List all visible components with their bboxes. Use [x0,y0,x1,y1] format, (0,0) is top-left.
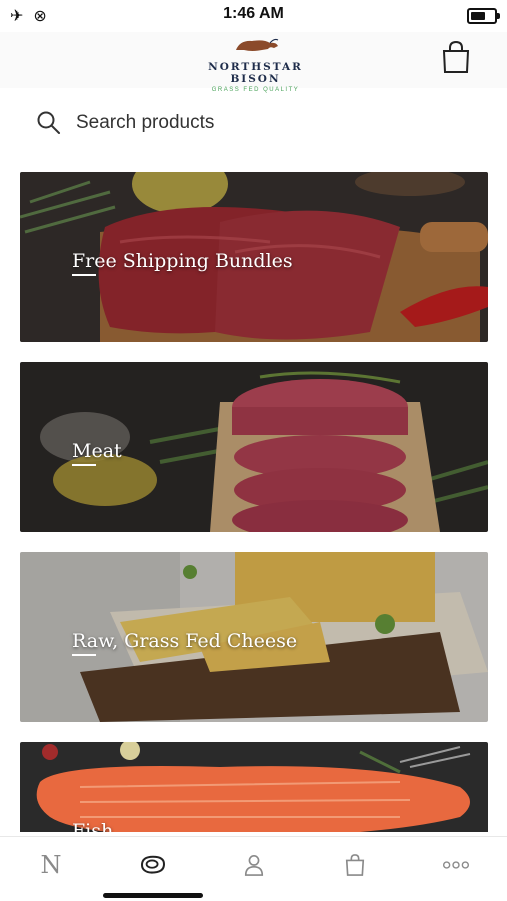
bison-icon [235,38,278,51]
battery-icon [467,8,500,24]
brand-tagline: GRASS FED QUALITY [211,87,300,93]
search-bar[interactable] [20,100,488,146]
brand-logo[interactable]: NORTHSTAR BISON GRASS FED QUALITY [183,36,328,93]
search-icon [37,111,60,134]
category-list: Free Shipping Bundles Meat Raw, Grass Fe… [20,172,488,832]
person-icon [244,855,264,876]
bottom-tab-bar: N [0,836,507,901]
tab-shop[interactable] [133,847,173,883]
label-underline [72,654,96,656]
tab-home[interactable]: N [31,847,71,883]
category-label: Free Shipping Bundles [72,250,293,272]
category-card-meat[interactable]: Meat [20,362,488,532]
status-bar: ✈ ⊗ 1:46 AM [0,0,507,32]
search-input[interactable] [74,111,458,135]
category-label: Raw, Grass Fed Cheese [72,630,298,652]
salmon-fillet-image [20,742,488,832]
category-label: Fish [72,820,114,832]
more-dots-icon [442,861,470,869]
northstar-n-icon: N [40,851,62,879]
brand-name: NORTHSTAR BISON [208,61,303,85]
category-card-free-shipping-bundles[interactable]: Free Shipping Bundles [20,172,488,342]
tab-more[interactable] [436,847,476,883]
category-label: Meat [72,440,122,462]
shopping-bag-icon[interactable] [440,40,472,74]
tab-account[interactable] [234,847,274,883]
app-header: NORTHSTAR BISON GRASS FED QUALITY [0,32,507,93]
home-indicator [103,893,203,898]
label-underline [72,274,96,276]
shopping-bag-icon [345,854,365,876]
category-card-fish[interactable]: Fish [20,742,488,832]
tab-cart[interactable] [335,847,375,883]
category-card-raw-grass-fed-cheese[interactable]: Raw, Grass Fed Cheese [20,552,488,722]
status-time: 1:46 AM [223,5,284,22]
label-underline [72,464,96,466]
steak-icon [140,855,166,874]
